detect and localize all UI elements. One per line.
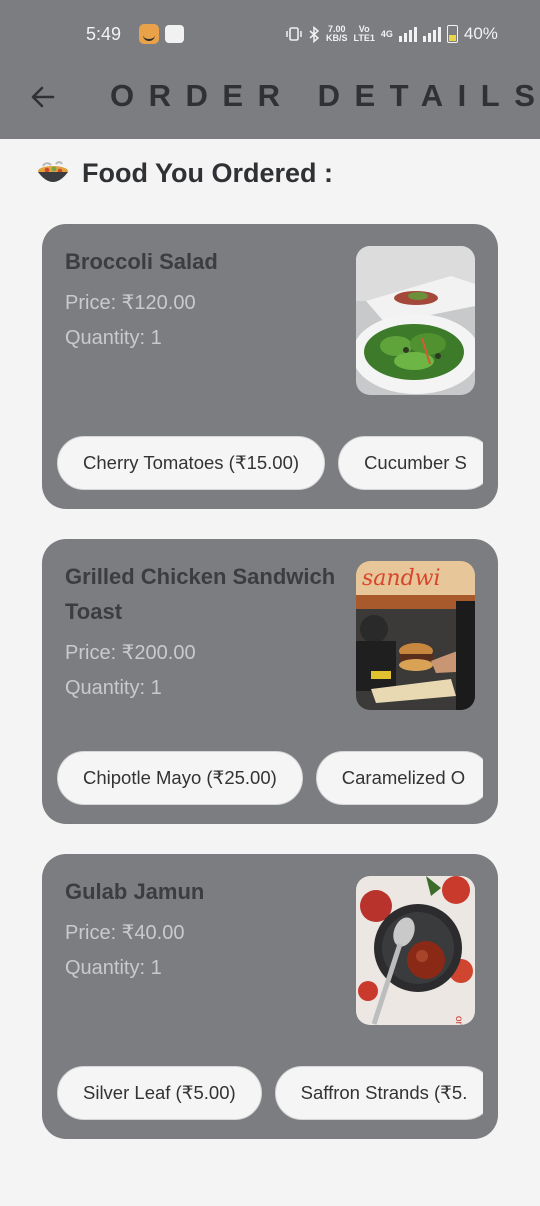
page-title: ORDER DETAILS [110, 78, 540, 113]
addon-chip-list[interactable]: Cherry Tomatoes (₹15.00) Cucumber S [57, 436, 483, 492]
status-bar: 5:49 7.00 KB/S Vo LTE1 4G 40% [0, 0, 540, 70]
item-name: Broccoli Salad [65, 249, 218, 274]
back-button[interactable] [26, 80, 60, 114]
svg-text:sandwi: sandwi [362, 566, 441, 591]
item-name: Grilled Chicken Sandwich Toast [65, 564, 336, 624]
addon-chip-list[interactable]: Silver Leaf (₹5.00) Saffron Strands (₹5. [57, 1066, 483, 1122]
volte-indicator: Vo LTE1 [353, 24, 375, 43]
food-bowl-icon [38, 161, 68, 182]
battery-icon [446, 25, 458, 43]
item-price: Price: ₹40.00 [65, 922, 185, 944]
addon-chip[interactable]: Cherry Tomatoes (₹15.00) [57, 436, 326, 490]
addon-chip-list[interactable]: Chipotle Mayo (₹25.00) Caramelized O [57, 751, 483, 807]
notification-app-icon [139, 24, 159, 44]
section-title: Food You Ordered : [82, 157, 334, 188]
svg-text:one: one [453, 1016, 464, 1025]
item-quantity: Quantity: 1 [65, 327, 162, 349]
item-price: Price: ₹200.00 [65, 642, 196, 664]
battery-percent: 40% [463, 24, 498, 43]
section-heading: Food You Ordered : [36, 154, 333, 192]
signal-icon [398, 26, 417, 42]
network-speed: 7.00 KB/S [326, 24, 348, 43]
item-name: Gulab Jamun [65, 879, 205, 904]
addon-chip[interactable]: Silver Leaf (₹5.00) [57, 1066, 262, 1120]
addon-chip[interactable]: Cucumber S [338, 436, 483, 490]
status-icons: 7.00 KB/S Vo LTE1 4G 40% [286, 23, 498, 45]
network-type: 4G [380, 28, 393, 39]
food-image [356, 246, 475, 395]
item-quantity: Quantity: 1 [65, 957, 162, 979]
vibrate-icon [286, 27, 302, 41]
food-image: sandwi [356, 561, 475, 710]
bluetooth-icon [309, 25, 320, 43]
item-quantity: Quantity: 1 [65, 677, 162, 699]
order-card[interactable]: Gulab Jamun Price: ₹40.00 Quantity: 1 on… [42, 854, 498, 1139]
signal-icon-2 [422, 26, 441, 42]
notification-app-icon-2 [165, 25, 184, 43]
food-image: one [356, 876, 475, 1025]
addon-chip[interactable]: Chipotle Mayo (₹25.00) [57, 751, 303, 805]
order-card[interactable]: Broccoli Salad Price: ₹120.00 Quantity: … [42, 224, 498, 509]
status-time: 5:49 [86, 24, 122, 44]
addon-chip[interactable]: Saffron Strands (₹5. [274, 1066, 483, 1120]
item-price: Price: ₹120.00 [65, 292, 196, 314]
app-bar: 5:49 7.00 KB/S Vo LTE1 4G 40% ORDER DETA… [0, 0, 540, 139]
addon-chip[interactable]: Caramelized O [315, 751, 483, 805]
order-card[interactable]: Grilled Chicken Sandwich Toast Price: ₹2… [42, 539, 498, 824]
back-arrow-icon [31, 86, 55, 108]
